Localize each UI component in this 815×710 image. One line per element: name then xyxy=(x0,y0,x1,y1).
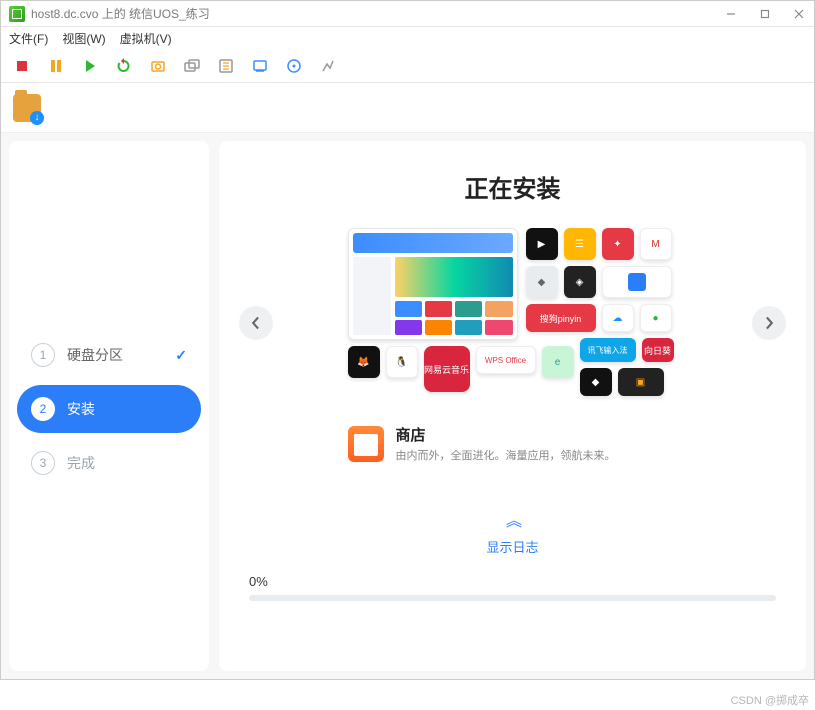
carousel-prev-button[interactable] xyxy=(239,306,273,340)
settings-button[interactable] xyxy=(215,55,237,77)
carousel-next-button[interactable] xyxy=(752,306,786,340)
snapshot-button[interactable] xyxy=(147,55,169,77)
carousel-content: ▶ ☰ ✦ M ◆ ◈ 搜狗pinyin ☁ ● 🦊 🐧 网易云音乐 WPS O… xyxy=(348,228,678,408)
restart-button[interactable] xyxy=(113,55,135,77)
titlebar: host8.dc.cvo 上的 统信UOS_练习 xyxy=(1,1,814,27)
carousel: ▶ ☰ ✦ M ◆ ◈ 搜狗pinyin ☁ ● 🦊 🐧 网易云音乐 WPS O… xyxy=(219,228,806,418)
checkmark-icon: ✓ xyxy=(175,347,187,364)
step-number: 2 xyxy=(31,397,55,421)
gmail-tile: M xyxy=(640,228,672,260)
menubar: 文件(F) 视图(W) 虚拟机(V) xyxy=(1,27,814,49)
progress-area: 0% xyxy=(219,564,806,621)
maximize-button[interactable] xyxy=(758,7,772,21)
app-tile: ◆ xyxy=(580,368,612,396)
shop-icon xyxy=(348,426,384,462)
minimize-button[interactable] xyxy=(724,7,738,21)
step-label: 安装 xyxy=(67,399,95,419)
vmware-window: host8.dc.cvo 上的 统信UOS_练习 文件(F) 视图(W) 虚拟机… xyxy=(0,0,815,680)
guest-header xyxy=(1,83,814,133)
pause-button[interactable] xyxy=(45,55,67,77)
menu-view[interactable]: 视图(W) xyxy=(62,30,105,47)
app-tile: ☁ xyxy=(602,304,634,332)
close-button[interactable] xyxy=(792,7,806,21)
wps-office-tile: WPS Office xyxy=(476,346,536,374)
app-tile: e xyxy=(542,346,574,378)
window-title: host8.dc.cvo 上的 统信UOS_练习 xyxy=(31,5,210,22)
app-tile: ◈ xyxy=(564,266,596,298)
menu-file[interactable]: 文件(F) xyxy=(9,30,48,47)
app-tile: ▣ xyxy=(618,368,664,396)
watermark-text: CSDN @掷成卒 xyxy=(731,692,809,708)
vm-content: 1 硬盘分区 ✓ 2 安装 3 完成 正在安装 xyxy=(1,83,814,679)
app-tile: ☰ xyxy=(564,228,596,260)
wechat-tile: ● xyxy=(640,304,672,332)
app-tile: ✦ xyxy=(602,228,634,260)
stop-button[interactable] xyxy=(11,55,33,77)
progress-text: 0% xyxy=(249,574,776,589)
sogou-pinyin-tile: 搜狗pinyin xyxy=(526,304,596,332)
show-log-button[interactable]: 显示日志 xyxy=(486,537,538,556)
step-number: 3 xyxy=(31,451,55,475)
logs-toggle: ︽ 显示日志 xyxy=(486,507,538,556)
disk-button[interactable] xyxy=(283,55,305,77)
iflytek-tile: 讯飞输入法 xyxy=(580,338,636,362)
app-store-tile xyxy=(348,228,518,340)
app-tile: 向日葵 xyxy=(642,338,674,362)
menu-vm[interactable]: 虚拟机(V) xyxy=(120,30,172,47)
linux-tile: 🐧 xyxy=(386,346,418,378)
app-tile: ▶ xyxy=(526,228,558,260)
progress-bar xyxy=(249,595,776,601)
window-controls xyxy=(724,7,806,21)
snapshot-manager-button[interactable] xyxy=(181,55,203,77)
chevron-up-icon: ︽ xyxy=(506,507,519,531)
installer-panel: 正在安装 xyxy=(219,141,806,671)
shop-subtitle: 由内而外，全面进化。海量应用，领航未来。 xyxy=(396,447,616,463)
step-number: 1 xyxy=(31,343,55,367)
installer-heading: 正在安装 xyxy=(465,169,561,204)
play-button[interactable] xyxy=(79,55,101,77)
step-complete: 3 完成 xyxy=(17,439,201,487)
virtualbox-tile xyxy=(602,266,672,298)
console-button[interactable] xyxy=(249,55,271,77)
netease-music-tile: 网易云音乐 xyxy=(424,346,470,392)
step-partition: 1 硬盘分区 ✓ xyxy=(17,331,201,379)
step-label: 完成 xyxy=(67,453,95,473)
network-button[interactable] xyxy=(317,55,339,77)
step-install: 2 安装 xyxy=(17,385,201,433)
shop-caption: 商店 由内而外，全面进化。海量应用，领航未来。 xyxy=(348,424,678,463)
installer-sidebar: 1 硬盘分区 ✓ 2 安装 3 完成 xyxy=(9,141,209,671)
app-tile: ◆ xyxy=(526,266,558,298)
shop-title: 商店 xyxy=(396,424,616,445)
vmware-logo-icon xyxy=(9,6,25,22)
step-label: 硬盘分区 xyxy=(67,345,123,365)
toolbar xyxy=(1,49,814,83)
downloads-folder-icon[interactable] xyxy=(13,94,41,122)
app-tile: 🦊 xyxy=(348,346,380,378)
